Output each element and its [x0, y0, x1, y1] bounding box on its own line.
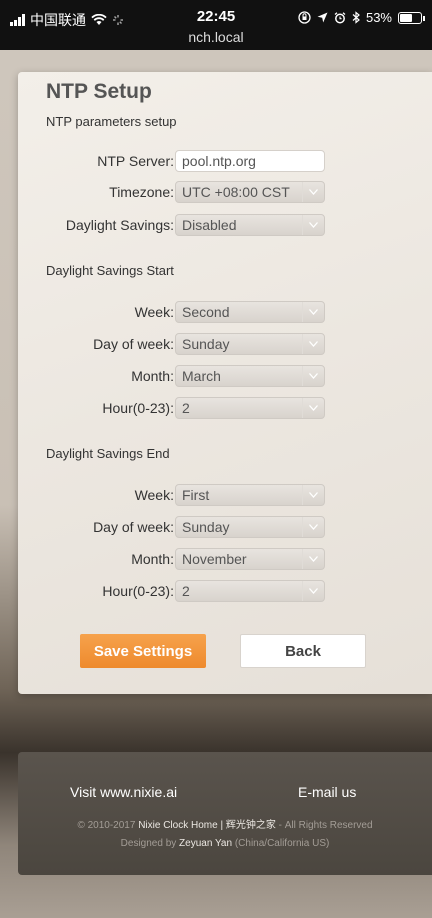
chevron-down-icon [302, 366, 324, 386]
back-button[interactable]: Back [240, 634, 366, 668]
save-settings-button[interactable]: Save Settings [80, 634, 206, 668]
dst-end-hour-value: 2 [182, 583, 190, 599]
orientation-lock-icon [298, 11, 311, 24]
chevron-down-icon [302, 215, 324, 235]
dst-end-week-row: Week: First [18, 484, 432, 506]
dst-start-title: Daylight Savings Start [46, 263, 174, 278]
alarm-icon [334, 11, 346, 23]
copyright-suffix: - All Rights Reserved [278, 820, 373, 831]
ntp-server-row: NTP Server: pool.ntp.org [18, 150, 432, 172]
battery-icon [398, 11, 425, 24]
footer: Visit www.nixie.ai E-mail us © 2010-2017… [18, 752, 432, 875]
status-bar: 中国联通 22:45 nch.local 53% [0, 0, 432, 50]
dst-end-hour-label: Hour(0-23): [102, 583, 174, 599]
dst-start-month-select[interactable]: March [175, 365, 325, 387]
chevron-down-icon [302, 517, 324, 537]
dst-start-month-value: March [182, 368, 221, 384]
dst-start-day-select[interactable]: Sunday [175, 333, 325, 355]
dst-end-day-select[interactable]: Sunday [175, 516, 325, 538]
chevron-down-icon [302, 302, 324, 322]
timezone-value: UTC +08:00 CST [182, 184, 290, 200]
url-host[interactable]: nch.local [0, 29, 432, 45]
chevron-down-icon [302, 549, 324, 569]
site-name-link[interactable]: Nixie Clock Home | 辉光钟之家 [138, 820, 276, 831]
dst-start-week-value: Second [182, 304, 230, 320]
dst-start-day-label: Day of week: [93, 336, 174, 352]
dst-end-month-row: Month: November [18, 548, 432, 570]
dst-start-month-row: Month: March [18, 365, 432, 387]
timezone-row: Timezone: UTC +08:00 CST [18, 181, 432, 203]
dst-start-day-row: Day of week: Sunday [18, 333, 432, 355]
copyright-prefix: © 2010-2017 [77, 820, 136, 831]
ntp-server-label: NTP Server: [97, 153, 174, 169]
dst-start-hour-row: Hour(0-23): 2 [18, 397, 432, 419]
daylight-savings-label: Daylight Savings: [65, 217, 174, 233]
dst-end-day-row: Day of week: Sunday [18, 516, 432, 538]
battery-percent: 53% [365, 10, 392, 25]
dst-start-week-label: Week: [134, 304, 174, 320]
dst-end-title: Daylight Savings End [46, 446, 170, 461]
chevron-down-icon [302, 334, 324, 354]
page-title: NTP Setup [46, 80, 152, 103]
dst-end-hour-row: Hour(0-23): 2 [18, 580, 432, 602]
ntp-server-input[interactable]: pool.ntp.org [175, 150, 325, 172]
chevron-down-icon [302, 485, 324, 505]
dst-end-hour-select[interactable]: 2 [175, 580, 325, 602]
dst-end-day-label: Day of week: [93, 519, 174, 535]
timezone-label: Timezone: [109, 184, 174, 200]
chevron-down-icon [302, 182, 324, 202]
dst-start-hour-label: Hour(0-23): [102, 400, 174, 416]
chevron-down-icon [302, 581, 324, 601]
dst-start-week-select[interactable]: Second [175, 301, 325, 323]
designer-credit: Designed by Zeyuan Yan (China/California… [18, 838, 432, 849]
dst-end-month-select[interactable]: November [175, 548, 325, 570]
daylight-savings-row: Daylight Savings: Disabled [18, 214, 432, 236]
dst-start-day-value: Sunday [182, 336, 230, 352]
dst-end-month-label: Month: [131, 551, 174, 567]
dst-start-hour-value: 2 [182, 400, 190, 416]
designed-suffix: (China/California US) [234, 838, 330, 849]
dst-end-day-value: Sunday [182, 519, 230, 535]
timezone-select[interactable]: UTC +08:00 CST [175, 181, 325, 203]
section-subtitle: NTP parameters setup [46, 114, 177, 129]
copyright-line: © 2010-2017 Nixie Clock Home | 辉光钟之家 - A… [18, 816, 432, 831]
daylight-savings-value: Disabled [182, 217, 237, 233]
daylight-savings-select[interactable]: Disabled [175, 214, 325, 236]
dst-end-week-label: Week: [134, 487, 174, 503]
email-link[interactable]: E-mail us [298, 784, 356, 800]
visit-link[interactable]: Visit www.nixie.ai [70, 784, 177, 800]
chevron-down-icon [302, 398, 324, 418]
designer-name: Zeyuan Yan [179, 838, 233, 849]
dst-end-month-value: November [182, 551, 247, 567]
dst-start-month-label: Month: [131, 368, 174, 384]
dst-end-week-select[interactable]: First [175, 484, 325, 506]
dst-end-week-value: First [182, 487, 210, 503]
ntp-setup-panel: NTP Setup NTP parameters setup NTP Serve… [18, 72, 432, 694]
dst-start-week-row: Week: Second [18, 301, 432, 323]
designed-prefix: Designed by [120, 838, 177, 849]
location-icon [317, 12, 328, 23]
dst-start-hour-select[interactable]: 2 [175, 397, 325, 419]
bluetooth-icon [352, 11, 360, 24]
status-right: 53% [298, 10, 425, 25]
